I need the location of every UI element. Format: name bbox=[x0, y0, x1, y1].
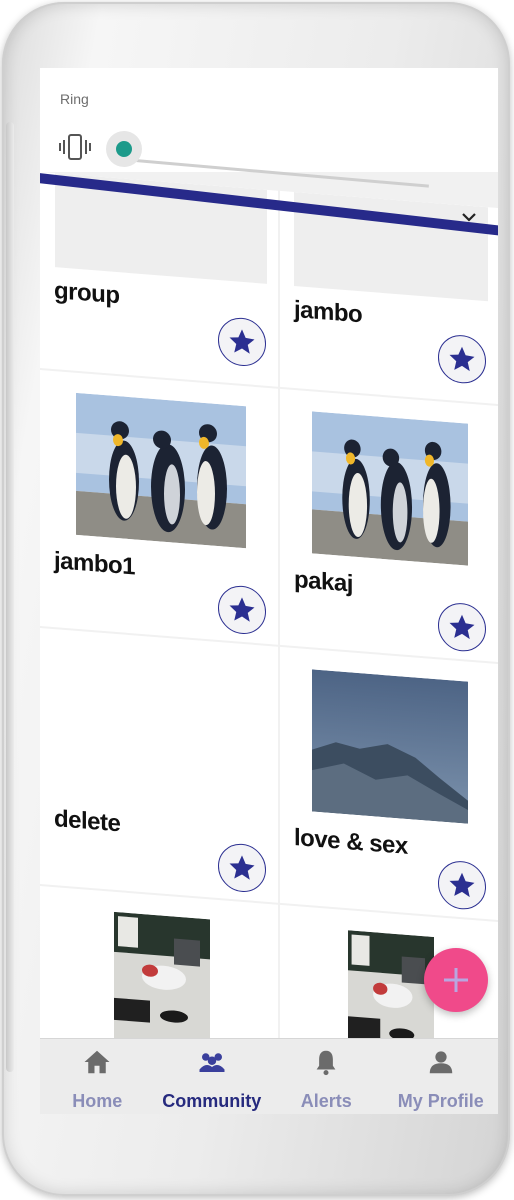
nav-profile[interactable]: My Profile bbox=[384, 1039, 499, 1114]
nav-label: Alerts bbox=[300, 1091, 352, 1111]
star-icon bbox=[449, 346, 475, 372]
favorite-button[interactable] bbox=[438, 859, 486, 912]
community-icon bbox=[199, 1053, 225, 1072]
nav-community[interactable]: Community bbox=[155, 1039, 270, 1114]
bell-icon bbox=[316, 1050, 336, 1076]
star-icon bbox=[449, 872, 475, 898]
favorite-button[interactable] bbox=[218, 584, 266, 636]
vibrate-icon[interactable] bbox=[58, 132, 92, 167]
community-card[interactable]: delete bbox=[40, 628, 278, 903]
penguins-image bbox=[312, 411, 468, 566]
add-button[interactable] bbox=[424, 948, 488, 1012]
penguins-image bbox=[76, 392, 246, 549]
star-icon bbox=[229, 597, 255, 622]
nav-label: Community bbox=[162, 1091, 262, 1111]
star-icon bbox=[229, 329, 255, 354]
home-icon bbox=[84, 1050, 110, 1074]
ring-label: Ring bbox=[60, 91, 89, 107]
mountain-image bbox=[312, 669, 468, 824]
profile-icon bbox=[429, 1051, 452, 1074]
star-icon bbox=[449, 614, 475, 640]
card-title: pakaj bbox=[294, 565, 353, 598]
volume-panel: Ring bbox=[40, 68, 498, 188]
card-title: group bbox=[54, 277, 120, 310]
community-card[interactable]: pakaj bbox=[280, 388, 498, 663]
card-title: jambo1 bbox=[54, 547, 136, 581]
community-card[interactable]: jambo1 bbox=[40, 370, 278, 645]
favorite-button[interactable] bbox=[218, 316, 266, 368]
card-title: jambo bbox=[294, 295, 363, 329]
nav-alerts[interactable]: Alerts bbox=[269, 1039, 384, 1114]
favorite-button[interactable] bbox=[438, 333, 486, 386]
app-screen: Ring group jambo jambo1 pakaj delete lov… bbox=[40, 68, 498, 1114]
chevron-down-icon[interactable] bbox=[460, 208, 478, 226]
phone-side-edge bbox=[6, 122, 14, 1072]
favorite-button[interactable] bbox=[438, 601, 486, 654]
star-icon bbox=[229, 855, 255, 880]
phone-frame: Ring group jambo jambo1 pakaj delete lov… bbox=[2, 2, 510, 1196]
plus-icon bbox=[444, 968, 468, 992]
favorite-button[interactable] bbox=[218, 842, 266, 894]
nav-label: My Profile bbox=[397, 1091, 484, 1111]
card-title: love & sex bbox=[294, 823, 408, 860]
card-title: delete bbox=[54, 805, 121, 838]
nav-label: Home bbox=[72, 1091, 123, 1111]
volume-slider-thumb[interactable] bbox=[116, 141, 132, 157]
bottom-nav: Home Community Alerts My Profile bbox=[40, 1038, 498, 1114]
community-card[interactable]: love & sex bbox=[280, 646, 498, 921]
nav-home[interactable]: Home bbox=[40, 1039, 155, 1114]
